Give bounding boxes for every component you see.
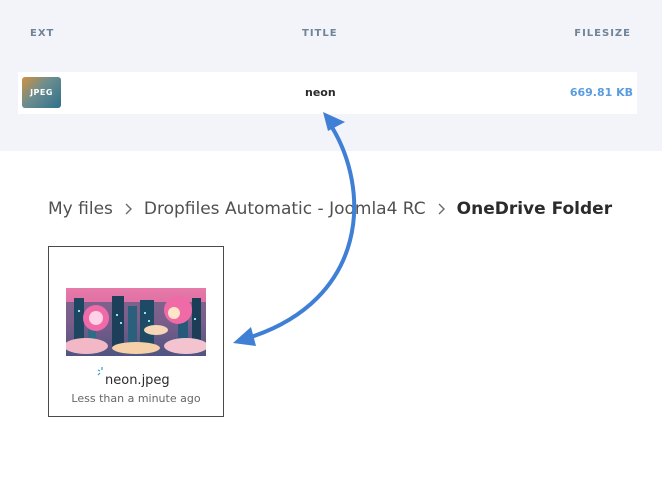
file-size-cell: 669.81 KB	[569, 86, 633, 99]
column-header-ext[interactable]: EXT	[30, 28, 54, 39]
column-header-title[interactable]: TITLE	[302, 28, 338, 39]
file-thumbnail	[66, 288, 206, 356]
file-type-badge: JPEG	[22, 77, 61, 108]
column-header-filesize[interactable]: FILESIZE	[574, 28, 631, 39]
breadcrumb-item-dropfiles[interactable]: Dropfiles Automatic - Joomla4 RC	[144, 199, 426, 219]
chevron-right-icon	[438, 203, 445, 215]
page: EXT TITLE FILESIZE JPEG neon 669.81 KB M…	[0, 0, 662, 483]
breadcrumb: My files Dropfiles Automatic - Joomla4 R…	[48, 197, 612, 221]
file-name[interactable]: neon.jpeg	[105, 373, 170, 388]
breadcrumb-item-current: OneDrive Folder	[456, 199, 613, 219]
table-row[interactable]: JPEG neon 669.81 KB	[18, 72, 637, 114]
file-title-cell[interactable]: neon	[305, 86, 336, 99]
chevron-right-icon	[125, 203, 132, 215]
file-modified-time: Less than a minute ago	[71, 392, 201, 405]
breadcrumb-item-my-files[interactable]: My files	[48, 199, 113, 219]
file-tile[interactable]: neon.jpeg Less than a minute ago	[48, 246, 224, 417]
files-table: EXT TITLE FILESIZE JPEG neon 669.81 KB	[0, 0, 662, 151]
